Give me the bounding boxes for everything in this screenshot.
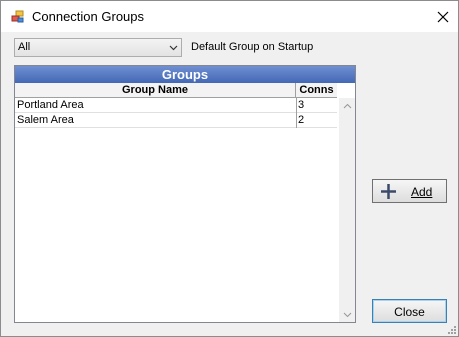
plus-icon <box>381 184 396 199</box>
chevron-down-icon <box>169 45 178 51</box>
close-x-icon <box>437 11 449 22</box>
cell-conns: 2 <box>298 114 305 126</box>
vertical-scrollbar[interactable] <box>339 98 355 322</box>
close-button-label: Close <box>394 305 425 319</box>
startup-group-label: Default Group on Startup <box>191 41 314 53</box>
resize-grip-icon[interactable] <box>447 325 457 335</box>
column-divider <box>296 113 297 128</box>
groups-grid[interactable]: Groups Group Name Conns Portland Area 3 … <box>14 65 356 323</box>
startup-group-selected-value: All <box>18 41 31 53</box>
add-group-button[interactable]: Add <box>372 179 447 203</box>
scroll-up-button[interactable] <box>339 98 355 114</box>
chevron-up-icon <box>343 103 351 108</box>
chevron-down-icon <box>343 312 351 317</box>
column-divider <box>296 98 297 113</box>
window-title: Connection Groups <box>32 9 145 24</box>
add-button-label: Add <box>411 185 433 199</box>
scroll-down-button[interactable] <box>339 306 355 322</box>
table-row[interactable]: Portland Area 3 <box>15 98 337 113</box>
column-header-conns[interactable]: Conns <box>296 83 337 98</box>
cell-group-name: Salem Area <box>17 114 74 126</box>
cell-conns: 3 <box>298 99 305 111</box>
startup-group-dropdown[interactable]: All <box>14 38 182 57</box>
close-window-button[interactable] <box>430 4 456 29</box>
column-header-group-name[interactable]: Group Name <box>15 83 296 98</box>
close-button[interactable]: Close <box>372 299 447 323</box>
connection-groups-dialog: Connection Groups All Default Group on S… <box>0 0 459 337</box>
title-bar: Connection Groups <box>1 1 458 32</box>
groups-grid-caption: Groups <box>15 66 355 83</box>
connection-groups-app-icon <box>11 10 24 23</box>
cell-group-name: Portland Area <box>17 99 84 111</box>
table-row[interactable]: Salem Area 2 <box>15 113 337 128</box>
